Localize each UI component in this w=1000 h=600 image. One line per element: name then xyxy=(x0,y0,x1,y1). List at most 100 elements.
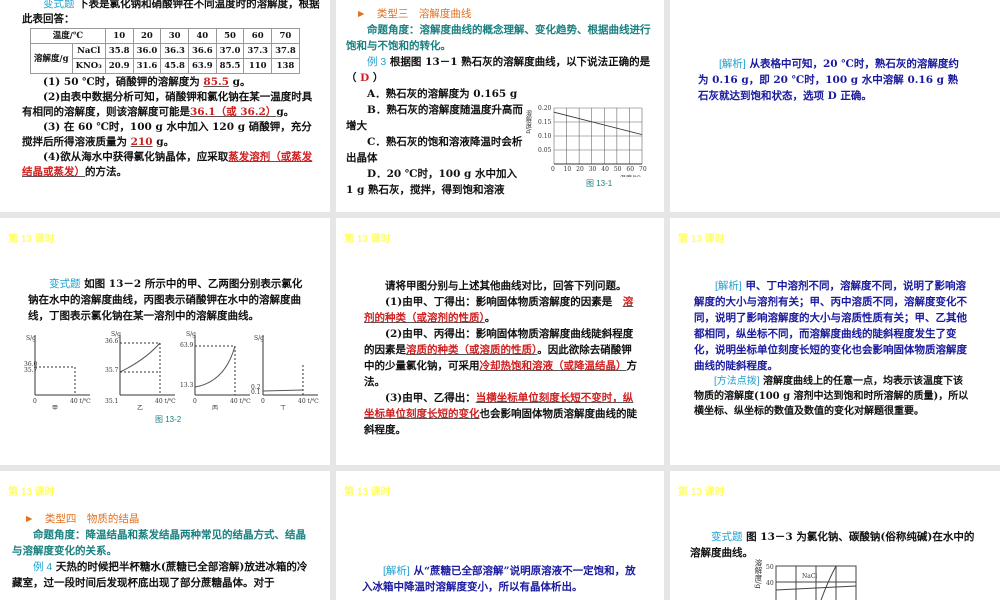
lesson-header: 第 13 课时 xyxy=(678,234,725,245)
lesson-header: 第 13 课时 xyxy=(678,487,725,498)
svg-text:0: 0 xyxy=(33,398,37,405)
solubility-chart: 0 10 20 30 40 50 60 70 0.05 0.10 0.15 0.20 溶解度/g 温度/℃ xyxy=(526,105,647,177)
svg-text:40: 40 xyxy=(766,580,774,587)
table-header: 10 xyxy=(104,28,134,44)
arrow-icon: ► xyxy=(24,513,35,525)
svg-text:36.6: 36.6 xyxy=(105,338,119,345)
svg-text:40 t/℃: 40 t/℃ xyxy=(155,398,176,405)
svg-text:S/g: S/g xyxy=(186,331,196,338)
option-c: C．熟石灰的饱和溶液降温时会析出晶体 xyxy=(346,136,523,164)
question-1: (1)由甲、丁得出：影响固体物质溶解度的因素是 溶剂的种类（或溶剂的性质）。 xyxy=(364,296,634,324)
table-header: 20 xyxy=(132,28,162,44)
chart-yi: S/g36.6 35.7 35.1 40 t/℃ 乙 xyxy=(105,331,176,410)
variant-label: 变式题 xyxy=(43,0,75,10)
example-label: 例 3 xyxy=(367,56,387,68)
question-2: (2)由表中数据分析可知，硝酸钾和氯化钠在某一温度时具有相同的溶解度，则该溶解度… xyxy=(22,91,313,118)
svg-text:40 t/℃: 40 t/℃ xyxy=(70,398,91,405)
slide-6[interactable]: 第 13 课时 [解析] 甲、丁中溶剂不同，溶解度不同，说明了影响溶解度的大小与… xyxy=(670,218,1000,465)
question-1: (1) 50 ℃时，硝酸钾的溶解度为 85.5 g。 xyxy=(43,76,251,88)
analysis-label: [解析] xyxy=(719,58,746,70)
example-text: 天热的时候把半杯糖水(蔗糖已全部溶解)放进冰箱的冷藏室，过一段时间后发现杯底出现… xyxy=(12,561,308,589)
svg-text:NaCl: NaCl xyxy=(802,573,817,580)
solubility-line xyxy=(553,111,643,135)
x-tick-label: 40 xyxy=(601,166,609,173)
svg-text:50: 50 xyxy=(766,564,774,571)
lesson-header: 第 13 课时 xyxy=(8,487,55,498)
option-d: D．20 ℃时，100 g 水中加入 1 g 熟石灰，搅拌，得到饱和溶液 xyxy=(346,168,518,196)
svg-text:35.7: 35.7 xyxy=(105,367,119,374)
figure-13-2: S/g36.035.70 40 t/℃甲 S/g36.635.735.1 40 t/… xyxy=(24,331,319,410)
question-3: (3)由甲、乙得出：当横坐标单位刻度长短不变时，纵坐标单位刻度长短的变化也会影响… xyxy=(364,392,637,436)
analysis-label: [解析] xyxy=(715,280,742,292)
slide-2[interactable]: ► 类型三 溶解度曲线 命题角度：溶解度曲线的概念理解、变化趋势、根据曲线进行饱… xyxy=(336,0,664,212)
table-header: 50 xyxy=(215,28,245,44)
svg-text:63.9: 63.9 xyxy=(180,342,194,349)
chart-ding: S/g0.20.10 40 t/℃丁 xyxy=(251,335,319,410)
y-tick-label: 0.20 xyxy=(538,105,552,112)
slide-3[interactable]: [解析] 从表格中可知，20 ℃时，熟石灰的溶解度约为 0.16 g，即 20 … xyxy=(670,0,1000,212)
slide-7[interactable]: 第 13 课时 ► 类型四 物质的结晶 命题角度：降温结晶和蒸发结晶两种常见的结… xyxy=(0,471,330,600)
section-title: 类型三 溶解度曲线 xyxy=(376,8,472,20)
x-tick-label: 60 xyxy=(626,166,634,173)
svg-text:35.1: 35.1 xyxy=(105,398,118,405)
y-axis-label: 溶解度/g xyxy=(526,109,532,134)
solubility-table: 温度/℃ 10 20 30 40 50 60 70 溶解度/g NaCl 35.8 36.0 36.3… xyxy=(30,28,300,74)
svg-text:S/g: S/g xyxy=(111,331,121,338)
analysis-text: 甲、丁中溶剂不同，溶解度不同，说明了影响溶解度的大小与溶剂有关；甲、丙中溶质不同… xyxy=(694,280,967,372)
tip-label: [方法点拨] xyxy=(714,376,760,387)
table-header: 温度/℃ xyxy=(30,28,106,44)
example-label: 例 4 xyxy=(33,561,53,573)
slide-9[interactable]: 第 13 课时 变式题 图 13－3 为氯化钠、碳酸钠(俗称纯碱)在水中的溶解度… xyxy=(670,471,1000,600)
angle-text: 命题角度：溶解度曲线的概念理解、变化趋势、根据曲线进行饱和与不饱和的转化。 xyxy=(346,24,651,52)
intro-text: 请将甲图分别与上述其他曲线对比，回答下列问题。 xyxy=(385,280,627,292)
question-3: (3) 在 60 ℃时，100 g 水中加入 120 g 硝酸钾，充分搅拌后所得… xyxy=(22,121,312,148)
variant-label: 变式题 xyxy=(711,531,743,543)
question-text: 根据图 13－1 熟石灰的溶解度曲线，以下说法正确的是 xyxy=(389,56,651,68)
table-header: 60 xyxy=(243,28,273,44)
figure-13-3: 50 40 NaCl xyxy=(766,564,857,600)
svg-text:S/g: S/g xyxy=(254,335,264,342)
question-2: (2)由甲、丙得出：影响固体物质溶解度曲线陡斜程度的因素是溶质的种类（或溶质的性… xyxy=(364,328,637,388)
option-b: B．熟石灰的溶解度随温度升高而增大 xyxy=(346,104,523,132)
lesson-header: 第 13 课时 xyxy=(8,234,55,245)
table-header: 70 xyxy=(271,28,300,44)
section-title: 类型四 物质的结晶 xyxy=(44,513,140,525)
x-tick-label: 70 xyxy=(639,166,647,173)
x-tick-label: 50 xyxy=(614,166,622,173)
svg-text:乙: 乙 xyxy=(137,405,143,410)
option-a: A．熟石灰的溶解度为 0.165 g xyxy=(367,88,518,100)
chart-bing: S/g 63.9 13.3 0 40 t/℃ 丙 xyxy=(180,331,251,410)
answer: D xyxy=(360,72,370,84)
chart-jia: S/g36.035.70 40 t/℃甲 xyxy=(24,335,91,410)
slide-8[interactable]: 第 13 课时 [解析] 从“蔗糖已全部溶解”说明原溶液不一定饱和，放入冰箱中降… xyxy=(336,471,664,600)
svg-text:S/g: S/g xyxy=(26,335,36,342)
slide-5[interactable]: 第 13 课时 请将甲图分别与上述其他曲线对比，回答下列问题。 (1)由甲、丁得… xyxy=(336,218,664,465)
x-tick-label: 0 xyxy=(551,166,555,173)
svg-text:13.3: 13.3 xyxy=(180,382,194,389)
slide-1[interactable]: 变式题 下表是氯化钠和硝酸钾在不同温度时的溶解度，根据此表回答： 温度/℃ 10 2… xyxy=(0,0,330,212)
arrow-icon: ► xyxy=(356,8,367,20)
table-header: 40 xyxy=(187,28,217,44)
table-header: 30 xyxy=(160,28,189,44)
lesson-header: 第 13 课时 xyxy=(344,234,391,245)
x-axis-label: 温度/℃ xyxy=(620,174,641,177)
svg-text:0: 0 xyxy=(261,398,265,405)
x-tick-label: 10 xyxy=(564,166,572,173)
question-4: (4)欲从海水中获得氯化钠晶体，应采取蒸发溶剂（或蒸发结晶或蒸发）的方法。 xyxy=(22,151,313,178)
table-row: 溶解度/g NaCl 35.8 36.0 36.3 36.6 37.0 37.3 37.8 xyxy=(30,43,300,74)
x-tick-label: 30 xyxy=(589,166,597,173)
y-tick-label: 0.10 xyxy=(538,133,552,140)
row-label: 溶解度/g xyxy=(30,43,73,74)
x-tick-label: 20 xyxy=(576,166,584,173)
svg-text:丁: 丁 xyxy=(280,405,286,410)
svg-text:甲: 甲 xyxy=(52,405,58,410)
y-tick-label: 0.15 xyxy=(538,119,552,126)
y-tick-label: 0.05 xyxy=(538,147,552,154)
analysis-label: [解析] xyxy=(383,565,410,577)
figure-caption: 图 13-2 xyxy=(155,415,182,424)
svg-text:35.7: 35.7 xyxy=(24,367,38,374)
slide-4[interactable]: 第 13 课时 变式题 如图 13－2 所示中的甲、乙两图分别表示氯化钠在水中的… xyxy=(0,218,330,465)
svg-text:丙: 丙 xyxy=(212,405,218,410)
svg-text:40 t/℃: 40 t/℃ xyxy=(230,398,251,405)
lesson-header: 第 13 课时 xyxy=(344,487,391,498)
